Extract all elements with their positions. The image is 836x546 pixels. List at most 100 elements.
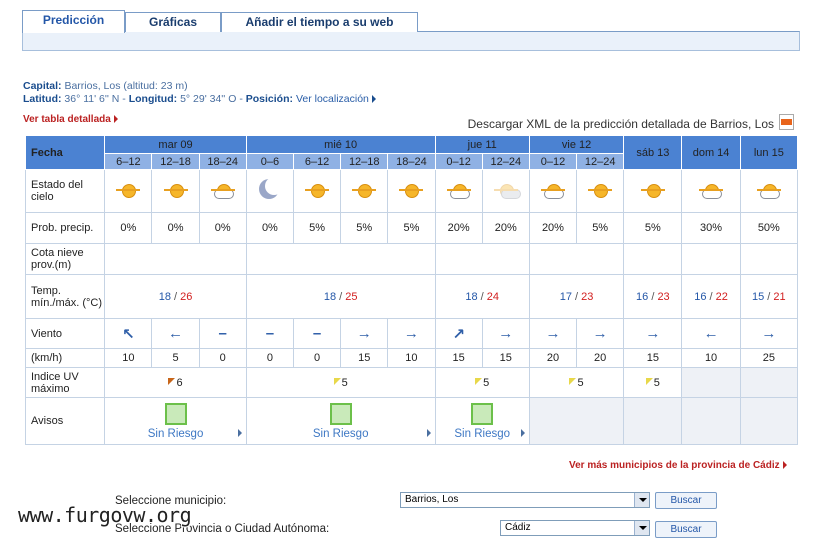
temp-cell: 17 / 23 [528, 274, 625, 319]
prob-cell: 50% [739, 212, 799, 244]
tab-bar: Predicción Gráficas Añadir el tiempo a s… [22, 10, 800, 33]
wind-cell: → [623, 318, 683, 349]
prob-cell: 5% [623, 212, 683, 244]
aviso-green-icon [471, 402, 494, 425]
sun-cloud-icon [540, 178, 565, 202]
capital-label: Capital: [23, 80, 62, 92]
aviso-cell[interactable]: Sin Riesgo [434, 397, 530, 445]
arrow-right-icon [520, 429, 525, 437]
avisos-label: Avisos [24, 397, 106, 445]
temp-max: 25 [345, 290, 358, 303]
viento-label: Viento [24, 318, 106, 349]
prob-cell: 0% [151, 212, 200, 244]
tab-prediccion[interactable]: Predicción [22, 10, 125, 33]
temp-separator: / [767, 290, 771, 303]
cota-cell [104, 243, 247, 275]
arrow-right-icon [426, 429, 431, 437]
arrow-right-icon [113, 115, 118, 123]
wind-speed-cell: 15 [623, 348, 683, 368]
sin-riesgo-label: Sin Riesgo [147, 427, 204, 440]
provincia-select[interactable]: Cádiz [500, 520, 650, 536]
uv-cell: 5 [434, 367, 530, 398]
descargar-xml-link[interactable]: Descargar XML de la predicción detallada… [468, 117, 774, 131]
wind-arrow-icon: ↗ [452, 325, 465, 343]
wind-cell: → [481, 318, 530, 349]
day-header: vie 12 [528, 135, 625, 154]
sky-cell [292, 169, 342, 213]
sun-icon [163, 178, 188, 202]
aviso-cell[interactable]: Sin Riesgo [104, 397, 247, 445]
chevron-down-icon[interactable] [634, 521, 649, 535]
buscar-municipio-button[interactable]: Buscar [655, 492, 717, 509]
ver-tabla-detallada-link[interactable]: Ver tabla detallada [23, 114, 118, 125]
wind-speed-cell: 0 [198, 348, 247, 368]
capital-value: Barrios, Los (altitud: 23 m) [64, 80, 188, 92]
ver-localizacion-link[interactable]: Ver localización [296, 93, 376, 105]
prob-cell: 20% [528, 212, 578, 244]
sin-riesgo-label: Sin Riesgo [454, 427, 511, 440]
aviso-cell[interactable]: Sin Riesgo [245, 397, 436, 445]
wind-cell: ← [151, 318, 200, 349]
wind-speed-cell: 10 [681, 348, 741, 368]
kmh-label: (km/h) [24, 348, 106, 368]
wind-speed-cell: 20 [576, 348, 625, 368]
prob-cell: 30% [681, 212, 741, 244]
wind-speed-cell: 15 [340, 348, 389, 368]
chevron-down-icon[interactable] [634, 493, 649, 507]
uv-flag-icon [333, 377, 341, 385]
watermark-text: www.furgovw.org [18, 503, 192, 527]
sun-icon [305, 178, 330, 202]
forecast-table: Fecha mar 09 mié 10 jue 11 vie 12 sáb 13… [24, 135, 799, 445]
wind-cell: ← [681, 318, 741, 349]
temp-cell: 16 / 23 [623, 274, 683, 319]
municipio-select[interactable]: Barrios, Los [400, 492, 650, 508]
position-label: Posición: [245, 93, 294, 105]
sun-cloud-icon [699, 178, 724, 202]
wind-cell: → [528, 318, 578, 349]
period-header: 18–24 [198, 153, 247, 170]
wind-speed-cell: 10 [104, 348, 153, 368]
uv-cell: 5 [623, 367, 683, 398]
tab-anadir-tiempo[interactable]: Añadir el tiempo a su web [221, 12, 418, 32]
cota-cell [528, 243, 625, 275]
wind-arrow-icon: ← [703, 325, 719, 342]
uv-cell: 5 [528, 367, 625, 398]
ver-mas-municipios-link[interactable]: Ver más municipios de la provincia de Cá… [569, 460, 787, 471]
buscar-provincia-button[interactable]: Buscar [655, 521, 717, 538]
uv-flag-icon [569, 377, 577, 385]
xml-file-icon[interactable] [779, 114, 794, 130]
wind-speed-cell: 25 [739, 348, 799, 368]
estado-cielo-label: Estado del cielo [24, 169, 106, 213]
cloud-shape [449, 188, 470, 199]
prob-cell: 5% [387, 212, 436, 244]
day-header: dom 14 [681, 135, 741, 170]
cota-nieve-label: Cota nieve prov.(m) [24, 243, 106, 275]
period-header: 0–12 [434, 153, 483, 170]
period-header: 12–24 [481, 153, 530, 170]
sky-cell [245, 169, 294, 213]
temp-separator: / [651, 290, 655, 303]
temp-max: 23 [581, 290, 594, 303]
sun-cloud-icon [210, 178, 235, 202]
prob-precip-label: Prob. precip. [24, 212, 106, 244]
aviso-cell [623, 397, 683, 445]
fecha-header: Fecha [24, 135, 106, 170]
sky-cell [576, 169, 625, 213]
cota-cell [739, 243, 799, 275]
wind-speed-cell: 0 [245, 348, 294, 368]
sky-cell [481, 169, 530, 213]
temp-separator: / [339, 290, 343, 303]
sin-riesgo-label: Sin Riesgo [312, 427, 369, 440]
wind-speed-cell: 20 [528, 348, 578, 368]
temp-min: 16 [694, 290, 707, 303]
sun-icon [399, 178, 424, 202]
wind-arrow-icon: → [761, 325, 777, 342]
aviso-green-icon [164, 402, 187, 425]
prob-cell: 5% [576, 212, 625, 244]
wind-speed-cell: 0 [292, 348, 342, 368]
period-header: 18–24 [387, 153, 436, 170]
period-header: 12–24 [576, 153, 625, 170]
capital-line: Capital: Barrios, Los (altitud: 23 m) [23, 80, 188, 92]
uv-value: 5 [653, 376, 660, 389]
tab-graficas[interactable]: Gráficas [125, 12, 221, 32]
